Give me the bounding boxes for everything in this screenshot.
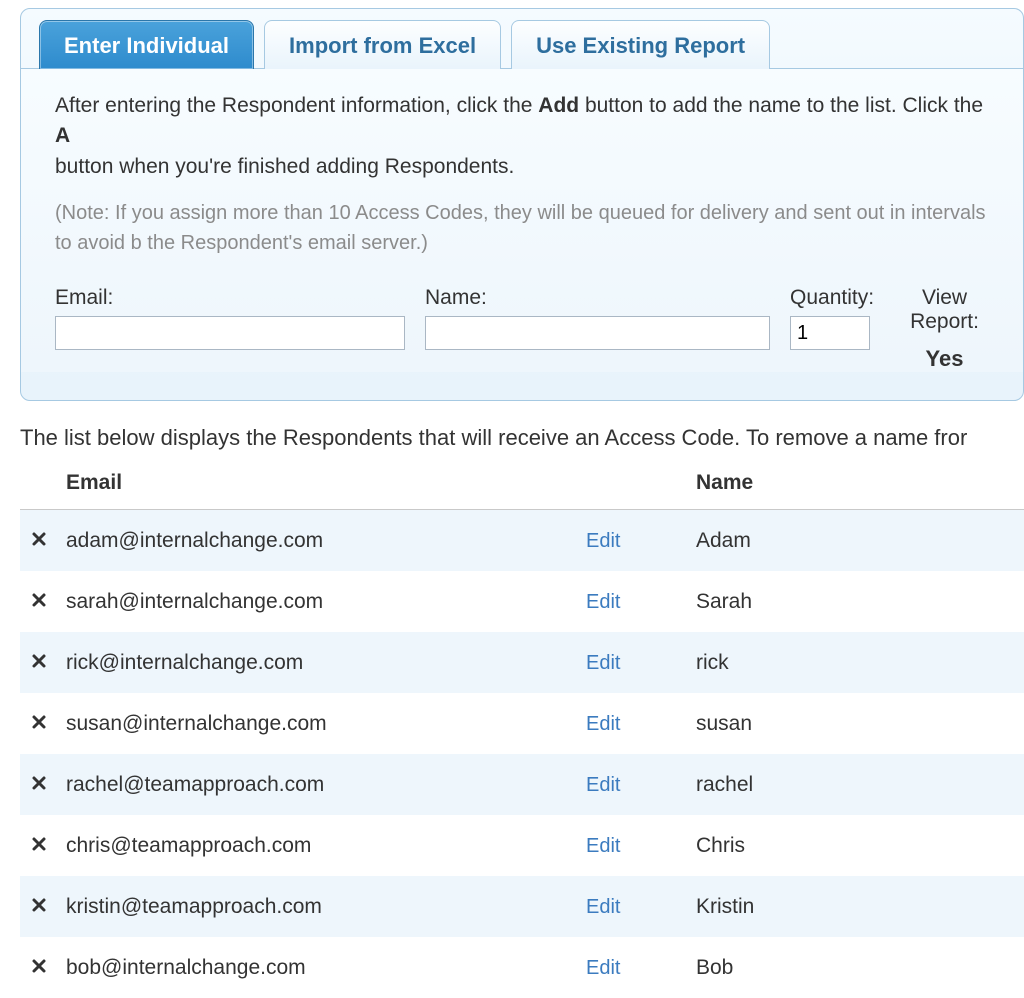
close-icon [31, 775, 47, 791]
edit-row-link[interactable]: Edit [586, 530, 620, 552]
remove-row-button[interactable] [28, 955, 50, 977]
row-email: rick@internalchange.com [58, 632, 578, 693]
list-intro-text: The list below displays the Respondents … [20, 425, 1024, 451]
view-report-label: View Report: [894, 286, 995, 334]
row-email: kristin@teamapproach.com [58, 876, 578, 937]
column-header-email: Email [58, 461, 578, 510]
view-report-value: Yes [894, 346, 995, 372]
note-text: (Note: If you assign more than 10 Access… [55, 198, 995, 258]
row-email: susan@internalchange.com [58, 693, 578, 754]
intro-text: After entering the Respondent informatio… [55, 91, 995, 182]
edit-row-link[interactable]: Edit [586, 957, 620, 979]
tab-use-existing-report[interactable]: Use Existing Report [511, 20, 770, 69]
remove-row-button[interactable] [28, 589, 50, 611]
edit-row-link[interactable]: Edit [586, 774, 620, 796]
table-row: rick@internalchange.com Edit rick [20, 632, 1024, 693]
tab-strip: Enter Individual Import from Excel Use E… [21, 9, 1023, 68]
close-icon [31, 836, 47, 852]
remove-row-button[interactable] [28, 833, 50, 855]
entry-form: Email: Name: Quantity: View Report: Yes [55, 286, 995, 372]
row-name: rick [688, 632, 1024, 693]
edit-row-link[interactable]: Edit [586, 835, 620, 857]
remove-row-button[interactable] [28, 528, 50, 550]
tab-enter-individual[interactable]: Enter Individual [39, 20, 254, 69]
remove-row-button[interactable] [28, 650, 50, 672]
row-name: Bob [688, 937, 1024, 998]
respondents-table: Email Name adam@internalchange.com Edit Ad… [20, 461, 1024, 998]
remove-row-button[interactable] [28, 711, 50, 733]
row-email: bob@internalchange.com [58, 937, 578, 998]
close-icon [31, 897, 47, 913]
table-row: rachel@teamapproach.com Edit rachel [20, 754, 1024, 815]
quantity-stepper[interactable] [790, 316, 870, 350]
row-name: susan [688, 693, 1024, 754]
row-email: chris@teamapproach.com [58, 815, 578, 876]
row-email: adam@internalchange.com [58, 510, 578, 572]
remove-row-button[interactable] [28, 772, 50, 794]
remove-row-button[interactable] [28, 894, 50, 916]
intro-part2: button to add the name to the list. Clic… [579, 94, 983, 117]
column-header-name: Name [688, 461, 1024, 510]
table-row: susan@internalchange.com Edit susan [20, 693, 1024, 754]
row-name: Sarah [688, 571, 1024, 632]
row-name: Adam [688, 510, 1024, 572]
edit-row-link[interactable]: Edit [586, 652, 620, 674]
row-name: Chris [688, 815, 1024, 876]
name-label: Name: [425, 286, 770, 310]
quantity-label: Quantity: [790, 286, 874, 310]
intro-bold-a: A [55, 124, 70, 147]
table-row: chris@teamapproach.com Edit Chris [20, 815, 1024, 876]
tab-import-excel[interactable]: Import from Excel [264, 20, 501, 69]
close-icon [31, 531, 47, 547]
table-row: adam@internalchange.com Edit Adam [20, 510, 1024, 572]
row-name: rachel [688, 754, 1024, 815]
table-row: bob@internalchange.com Edit Bob [20, 937, 1024, 998]
entry-panel: Enter Individual Import from Excel Use E… [20, 8, 1024, 401]
close-icon [31, 714, 47, 730]
tab-body: After entering the Respondent informatio… [21, 68, 1023, 372]
close-icon [31, 592, 47, 608]
row-email: sarah@internalchange.com [58, 571, 578, 632]
edit-row-link[interactable]: Edit [586, 896, 620, 918]
intro-bold-add: Add [538, 94, 579, 117]
row-email: rachel@teamapproach.com [58, 754, 578, 815]
email-label: Email: [55, 286, 405, 310]
name-field[interactable] [425, 316, 770, 350]
edit-row-link[interactable]: Edit [586, 713, 620, 735]
intro-part3: button when you're finished adding Respo… [55, 155, 514, 178]
table-row: sarah@internalchange.com Edit Sarah [20, 571, 1024, 632]
row-name: Kristin [688, 876, 1024, 937]
intro-part1: After entering the Respondent informatio… [55, 94, 538, 117]
table-row: kristin@teamapproach.com Edit Kristin [20, 876, 1024, 937]
close-icon [31, 653, 47, 669]
edit-row-link[interactable]: Edit [586, 591, 620, 613]
email-field[interactable] [55, 316, 405, 350]
